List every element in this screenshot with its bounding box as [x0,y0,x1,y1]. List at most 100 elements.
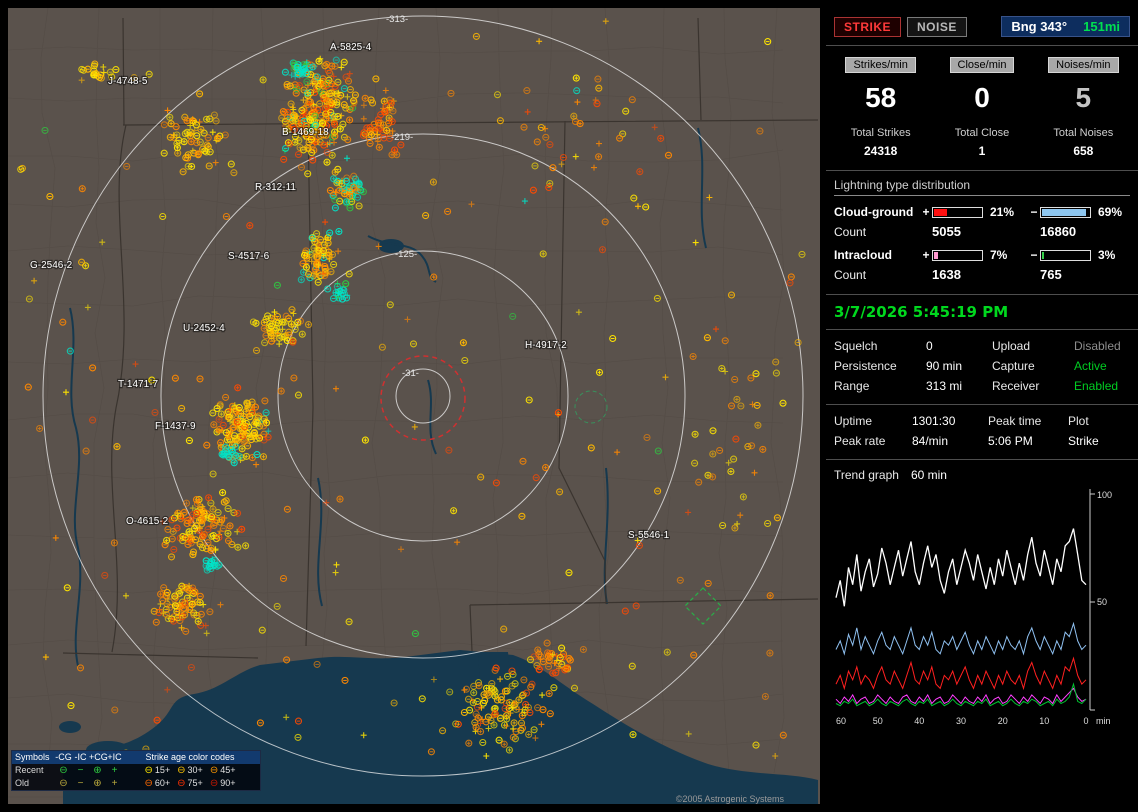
peak-rate-value: 84/min [912,434,988,448]
trend-graph-panel: 100506050403020100min [826,484,1138,804]
pos-ic-recent-icon: + [106,765,123,776]
svg-text:-31-: -31- [402,368,419,379]
intracloud-row: Intracloud + 7% − 3% [834,248,1130,262]
close-per-min-value: 0 [931,82,1032,114]
lightning-map[interactable]: -313--219--125--31-A-5825-4J-4748-5B-146… [8,8,820,804]
uptime-value: 1301:30 [912,414,988,428]
noises-column: Noises/min 5 Total Noises 658 [1033,55,1134,158]
copyright-text: ©2005 Astrogenic Systems [676,794,784,804]
distribution-title: Lightning type distribution [834,178,1130,196]
ic-neg-pct: 3% [1096,248,1130,262]
trend-graph-duration[interactable]: 60 min [911,468,947,482]
pos-ic-old-icon: + [106,778,123,789]
storm-cell-label: T-1471-7 [118,379,158,390]
age-30-icon: ⊖ [177,765,185,776]
persistence-label: Persistence [834,359,926,373]
map-panel: -313--219--125--31-A-5825-4J-4748-5B-146… [8,8,820,804]
uptime-panel: Uptime 1301:30 Peak time Plot Peak rate … [826,405,1138,460]
legend-recent-label: Recent [15,765,55,776]
age-code-45: ⊖45+ [210,765,236,776]
svg-text:40: 40 [914,716,924,726]
datetime-display: 3/7/2026 5:45:19 PM [826,295,1138,330]
storm-cell-label: A-5825-4 [330,42,372,53]
svg-text:20: 20 [998,716,1008,726]
legend-header-neg-ic: -IC [72,752,89,763]
persistence-value: 90 min [926,359,992,373]
trend-graph: 100506050403020100min [834,486,1124,736]
minus-sign: − [1028,248,1040,262]
age-code-15: ⊖15+ [144,765,170,776]
legend-old-row: Old ⊖ − ⊕ + ⊖60+ ⊖75+ ⊖90+ [12,777,260,790]
cg-pos-pct: 21% [988,205,1028,219]
storm-cell-label: J-4748-5 [108,76,148,87]
storm-cell-label: S-4517-6 [228,251,270,262]
control-sidebar: STRIKE NOISE Bng 343° 151mi Strikes/min … [826,8,1138,804]
svg-text:50: 50 [873,716,883,726]
noises-per-min-chip[interactable]: Noises/min [1048,57,1118,73]
svg-text:50: 50 [1097,597,1107,607]
squelch-value: 0 [926,339,992,353]
noise-button[interactable]: NOISE [907,17,967,37]
range-label: Range [834,379,926,393]
svg-text:60: 60 [836,716,846,726]
neg-cg-old-icon: ⊖ [55,778,72,789]
capture-value: Active [1074,359,1130,373]
legend-age-title: Strike age color codes [123,752,257,763]
ic-neg-count: 765 [1040,267,1130,282]
ic-pos-count: 1638 [932,267,1028,282]
range-value: 313 mi [926,379,992,393]
legend-header-pos-cg: +CG [89,752,106,763]
age-15-icon: ⊖ [144,765,152,776]
plot-label: Plot [1068,414,1130,428]
age-45-icon: ⊖ [210,765,218,776]
bearing-value: Bng 343° [1011,19,1067,34]
plot-mode-value[interactable]: Strike [1068,434,1130,448]
close-per-min-chip[interactable]: Close/min [950,57,1015,73]
squelch-label: Squelch [834,339,926,353]
peak-time-label: Peak time [988,414,1068,428]
cloud-ground-count-row: Count 5055 16860 [834,224,1130,239]
close-column: Close/min 0 Total Close 1 [931,55,1032,158]
cg-pos-bar [932,207,983,218]
receiver-value: Enabled [1074,379,1130,393]
total-strikes-value: 24318 [830,144,931,158]
cg-neg-count: 16860 [1040,224,1130,239]
neg-cg-recent-icon: ⊖ [55,765,72,776]
upload-value: Disabled [1074,339,1130,353]
cg-pos-count: 5055 [932,224,1028,239]
peak-rate-row: Peak rate 84/min 5:06 PM Strike [834,431,1130,451]
status-row: Persistence 90 min Capture Active [834,356,1130,376]
storm-cell-label: H-4917-2 [525,340,567,351]
trend-graph-label: Trend graph [834,468,899,482]
trend-graph-header: Trend graph 60 min [826,460,1138,484]
age-90-icon: ⊖ [210,778,218,789]
age-60-icon: ⊖ [144,778,152,789]
age-code-90: ⊖90+ [210,778,236,789]
legend-symbols-title: Symbols [15,752,55,763]
total-noises-value: 658 [1033,144,1134,158]
storm-cell-label: O-4615-2 [126,516,169,527]
ic-count-label: Count [834,268,920,282]
intracloud-label: Intracloud [834,248,920,262]
storm-cell-label: R-312-11 [255,182,296,193]
storm-cell-label: S-5546-1 [628,530,670,541]
ic-neg-bar [1040,250,1091,261]
rate-stats: Strikes/min 58 Total Strikes 24318 Close… [826,46,1138,171]
lake [59,721,81,733]
bearing-display: Bng 343° 151mi [1001,16,1130,37]
svg-text:0: 0 [1083,716,1088,726]
pos-cg-recent-icon: ⊕ [89,765,106,776]
app-window: -313--219--125--31-A-5825-4J-4748-5B-146… [0,0,1138,812]
svg-text:10: 10 [1039,716,1049,726]
ic-pos-pct: 7% [988,248,1028,262]
neg-ic-old-icon: − [72,778,89,789]
total-strikes-label: Total Strikes [830,127,931,139]
strikes-per-min-chip[interactable]: Strikes/min [845,57,915,73]
cg-neg-bar [1040,207,1091,218]
strike-button[interactable]: STRIKE [834,17,901,37]
status-row: Range 313 mi Receiver Enabled [834,376,1130,396]
legend-header-pos-ic: +IC [106,752,123,763]
age-codes-recent: ⊖15+ ⊖30+ ⊖45+ [123,765,257,776]
storm-cell-label: G-2546-2 [30,260,73,271]
strikes-column: Strikes/min 58 Total Strikes 24318 [830,55,931,158]
